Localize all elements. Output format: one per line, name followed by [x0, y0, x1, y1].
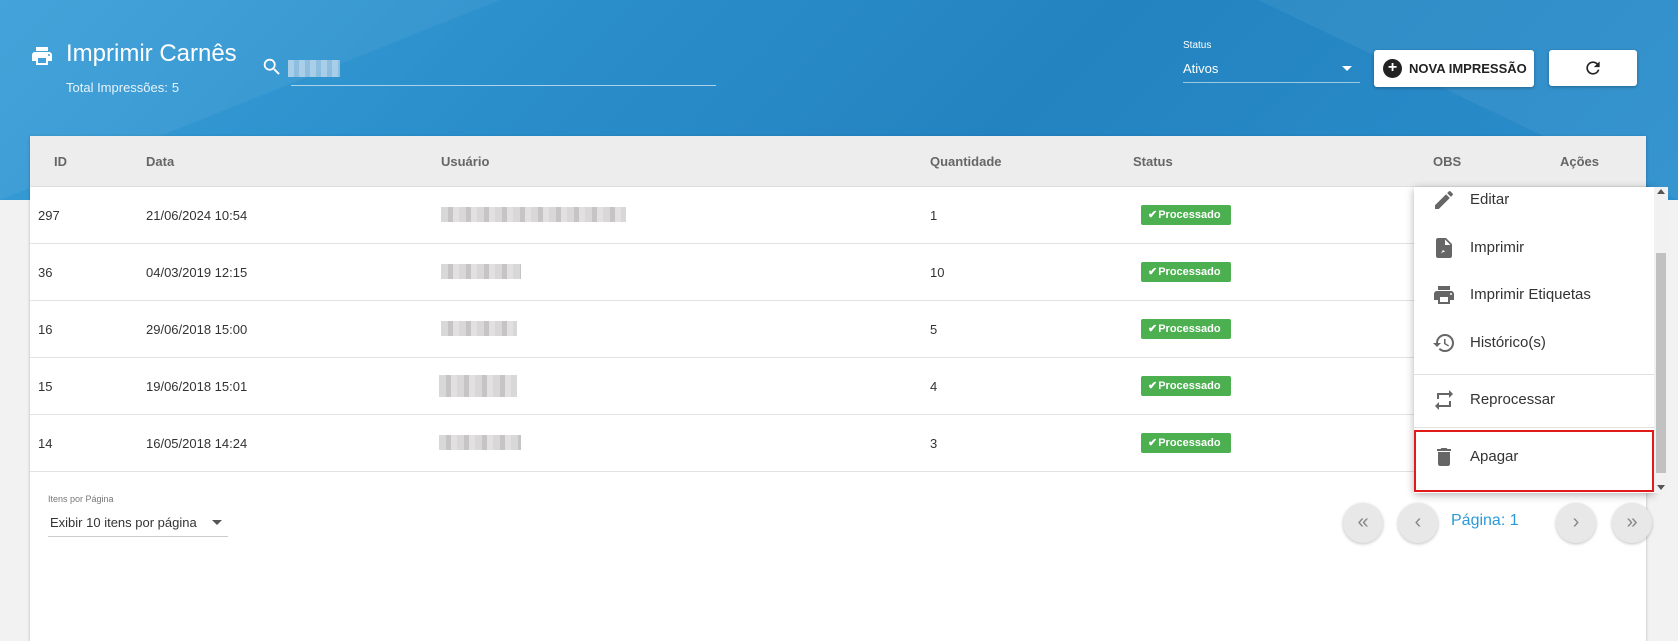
search-input[interactable] [291, 54, 716, 86]
menu-item-label: Apagar [1470, 448, 1519, 465]
menu-item-label: Reprocessar [1470, 391, 1556, 408]
cell-date: 19/06/2018 15:01 [146, 379, 248, 394]
prev-page-button[interactable]: ‹ [1398, 503, 1438, 543]
status-badge: ✔Processado [1141, 262, 1231, 282]
prints-table-card: ID Data Usuário Quantidade Status OBS Aç… [30, 136, 1652, 641]
refresh-icon [1586, 61, 1600, 75]
menu-item-reprocess[interactable]: Reprocessar [1414, 377, 1654, 423]
menu-item-edit[interactable]: Editar [1414, 187, 1654, 223]
cell-date: 16/05/2018 14:24 [146, 436, 248, 451]
cell-id: 297 [38, 208, 60, 223]
menu-item-history[interactable]: Histórico(s) [1414, 320, 1654, 366]
status-badge: ✔Processado [1141, 205, 1231, 225]
per-page-label: Itens por Página [48, 494, 114, 504]
printer-icon [32, 47, 52, 65]
trash-icon [1437, 448, 1451, 466]
column-header-status[interactable]: Status [1133, 154, 1173, 169]
cell-id: 15 [38, 379, 53, 394]
scrollbar-thumb[interactable] [1656, 253, 1666, 473]
status-badge: ✔Processado [1141, 433, 1231, 453]
pdf-icon [1436, 238, 1452, 258]
search-query-redacted [288, 60, 340, 77]
cell-user-redacted [441, 264, 521, 279]
column-header-quantity[interactable]: Quantidade [930, 154, 1002, 169]
refresh-button[interactable] [1549, 50, 1637, 86]
pencil-icon [1435, 190, 1454, 209]
plus-circle-icon: + [1383, 59, 1402, 78]
new-print-button[interactable]: + NOVA IMPRESSÃO [1374, 50, 1534, 87]
double-check-icon: ✔ [1148, 266, 1158, 278]
new-print-label: NOVA IMPRESSÃO [1409, 61, 1527, 76]
menu-item-print-labels[interactable]: Imprimir Etiquetas [1414, 272, 1654, 318]
printer-icon [1434, 286, 1454, 304]
status-filter-value: Ativos [1183, 61, 1219, 76]
table-row[interactable]: 14 16/05/2018 14:24 3 ✔Processado [30, 415, 1646, 472]
search-icon [263, 58, 280, 75]
total-label: Total Impressões: [66, 80, 168, 95]
status-badge: ✔Processado [1141, 376, 1231, 396]
next-page-icon: › [1572, 511, 1580, 533]
menu-item-label: Histórico(s) [1470, 334, 1546, 351]
cell-id: 36 [38, 265, 53, 280]
total-impressions: Total Impressões: 5 [66, 80, 179, 95]
last-page-button[interactable]: » [1612, 503, 1652, 543]
last-page-icon: » [1626, 511, 1638, 533]
cell-quantity: 4 [930, 379, 938, 394]
menu-item-label: Imprimir [1470, 239, 1525, 256]
menu-item-label: Imprimir Etiquetas [1470, 286, 1591, 303]
cell-date: 04/03/2019 12:15 [146, 265, 248, 280]
double-check-icon: ✔ [1148, 437, 1158, 449]
double-check-icon: ✔ [1148, 323, 1158, 335]
column-header-user[interactable]: Usuário [441, 154, 489, 169]
first-page-icon: « [1357, 511, 1369, 533]
total-count: 5 [171, 80, 180, 95]
double-check-icon: ✔ [1148, 380, 1158, 392]
menu-divider [1414, 374, 1654, 375]
prev-page-icon: ‹ [1414, 511, 1422, 533]
history-icon [1433, 334, 1454, 352]
dropdown-caret-icon [212, 520, 222, 525]
cell-user-redacted [441, 321, 517, 336]
status-badge: ✔Processado [1141, 319, 1231, 339]
column-header-obs[interactable]: OBS [1433, 154, 1461, 169]
dropdown-caret-icon [1342, 66, 1352, 71]
repeat-icon [1435, 390, 1453, 410]
cell-quantity: 5 [930, 322, 938, 337]
per-page-value: Exibir 10 itens por página [50, 515, 197, 530]
page-indicator: Página: 1 [1451, 512, 1519, 529]
cell-id: 16 [38, 322, 53, 337]
per-page-select[interactable]: Exibir 10 itens por página [48, 509, 228, 537]
menu-divider [1414, 427, 1654, 428]
actions-menu: Editar Imprimir Imprimir Etiquetas Histó… [1414, 187, 1654, 493]
column-header-actions: Ações [1560, 154, 1600, 169]
next-page-button[interactable]: › [1556, 503, 1596, 543]
table-row[interactable]: 297 21/06/2024 10:54 1 ✔Processado [30, 187, 1646, 244]
table-row[interactable]: 15 19/06/2018 15:01 4 ✔Processado [30, 358, 1646, 415]
menu-item-label: Editar [1470, 191, 1510, 208]
cell-quantity: 3 [930, 436, 938, 451]
table-row[interactable]: 36 04/03/2019 12:15 10 ✔Processado [30, 244, 1646, 301]
status-filter-label: Status [1183, 40, 1212, 51]
table-row[interactable]: 16 29/06/2018 15:00 5 ✔Processado [30, 301, 1646, 358]
cell-date: 21/06/2024 10:54 [146, 208, 248, 223]
scroll-up-arrow-icon[interactable] [1657, 189, 1665, 194]
cell-quantity: 10 [930, 265, 945, 280]
cell-user-redacted [441, 207, 626, 222]
cell-quantity: 1 [930, 208, 938, 223]
menu-scrollbar[interactable] [1654, 187, 1668, 493]
cell-id: 14 [38, 436, 53, 451]
menu-item-print[interactable]: Imprimir [1414, 225, 1654, 271]
cell-user-redacted [439, 435, 521, 450]
double-check-icon: ✔ [1148, 209, 1158, 221]
page-title: Imprimir Carnês [66, 40, 237, 67]
menu-item-delete[interactable]: Apagar [1414, 434, 1654, 480]
column-header-id[interactable]: ID [54, 154, 67, 169]
status-filter-select[interactable]: Ativos [1183, 56, 1360, 83]
first-page-button[interactable]: « [1343, 503, 1383, 543]
scroll-down-arrow-icon[interactable] [1657, 485, 1665, 490]
cell-user-redacted [439, 375, 517, 397]
cell-date: 29/06/2018 15:00 [146, 322, 248, 337]
table-header: ID Data Usuário Quantidade Status OBS Aç… [30, 136, 1646, 187]
column-header-date[interactable]: Data [146, 154, 174, 169]
